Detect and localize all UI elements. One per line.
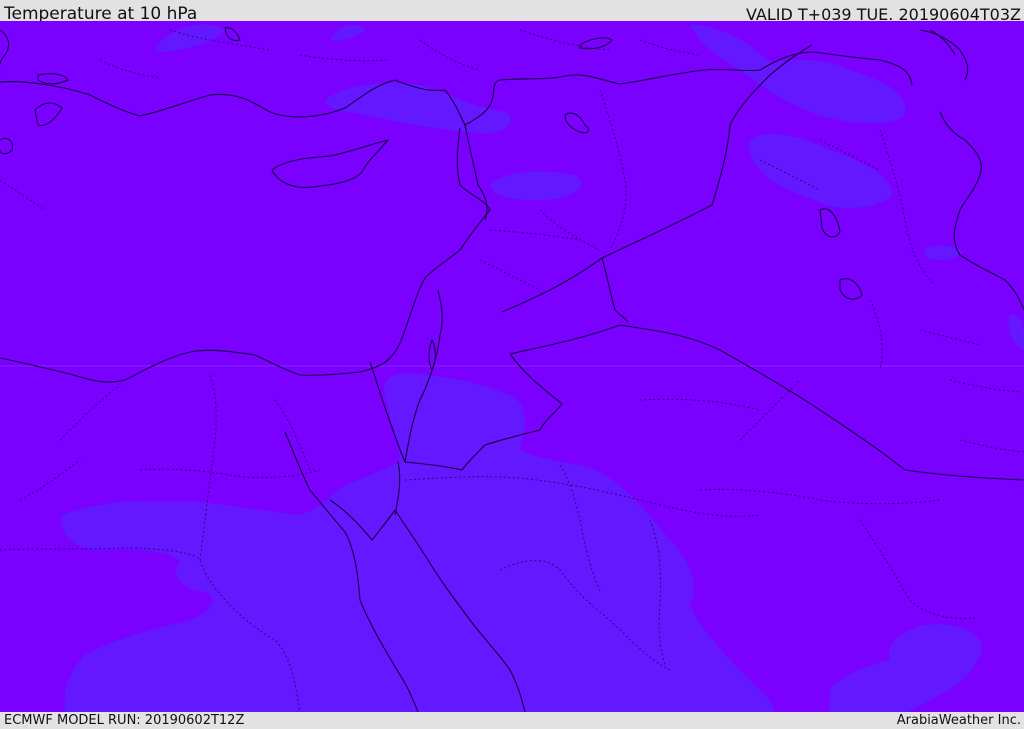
brand-label: ArabiaWeather Inc. xyxy=(896,713,1021,728)
model-run-label: ECMWF MODEL RUN: 20190602T12Z xyxy=(4,713,245,728)
footer-bar: ECMWF MODEL RUN: 20190602T12Z ArabiaWeat… xyxy=(0,712,1024,729)
temperature-map[interactable] xyxy=(0,21,1024,712)
header-bar: Temperature at 10 hPa VALID T+039 TUE. 2… xyxy=(0,0,1024,24)
